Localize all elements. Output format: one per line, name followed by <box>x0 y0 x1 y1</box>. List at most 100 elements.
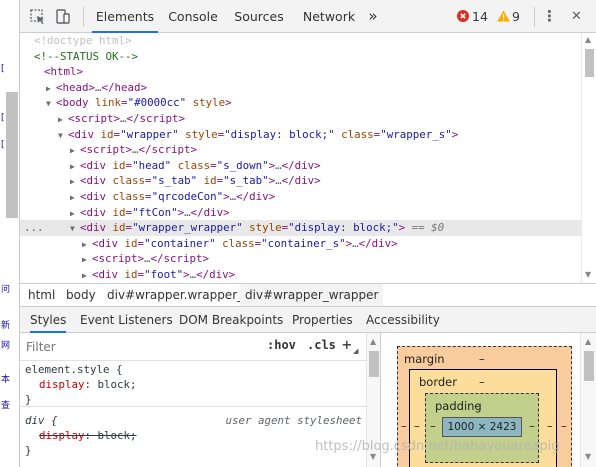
expand-toggle-icon[interactable]: ▶ <box>70 159 80 175</box>
tab-network[interactable]: Network <box>298 0 360 33</box>
warning-icon[interactable] <box>497 10 510 22</box>
sidebar-tabs: Styles Event Listeners DOM Breakpoints P… <box>20 307 596 333</box>
error-icon[interactable] <box>457 10 469 22</box>
tab-accessibility[interactable]: Accessibility <box>366 307 440 333</box>
dom-node-row[interactable]: ... ▼ <div id="wrapper_wrapper" style="dis… <box>20 220 581 237</box>
dom-node-row[interactable]: ▶ <div class="s_tab" id="s_tab">…</div> <box>20 173 581 189</box>
class-toggle-button[interactable]: .cls <box>307 338 336 352</box>
breadcrumb: html body div#wrapper.wrapper_s div#wrap… <box>20 283 596 307</box>
css-property-value[interactable]: block; <box>98 378 137 391</box>
box-model-scrollbar[interactable]: ▲ ▼ <box>580 333 596 467</box>
expand-toggle-icon[interactable]: ▶ <box>82 252 92 268</box>
devtools-panel: Elements Console Sources Network » 14 9 … <box>20 0 596 467</box>
tab-styles[interactable]: Styles <box>30 307 67 333</box>
caret-icon: ◢ <box>353 347 359 355</box>
rule-selector[interactable]: element.style { <box>25 362 366 377</box>
dom-node-row[interactable]: ▶ <script>…</script> <box>20 111 581 127</box>
new-style-rule-button[interactable]: + <box>342 335 352 354</box>
box-model-content[interactable]: 1000 × 2423 <box>442 417 522 437</box>
dom-node-row[interactable]: <!doctype html> <box>20 33 581 49</box>
device-toolbar-icon[interactable] <box>54 8 72 26</box>
dom-node-row[interactable]: ▶ <script>…</script> <box>20 251 581 267</box>
margin-right-value[interactable]: – <box>561 419 567 433</box>
border-right-value[interactable]: – <box>547 419 553 433</box>
padding-value[interactable]: – <box>474 399 480 413</box>
expand-toggle-icon[interactable] <box>34 65 44 81</box>
scrollbar-thumb[interactable] <box>584 351 594 381</box>
scrollbar-thumb[interactable] <box>585 49 594 77</box>
padding-left-value[interactable]: – <box>430 419 436 433</box>
css-property-name[interactable]: display <box>39 378 85 391</box>
scrollbar-thumb[interactable] <box>369 351 379 377</box>
inspect-element-icon[interactable] <box>29 8 47 26</box>
devtools-toolbar: Elements Console Sources Network » 14 9 … <box>20 0 596 33</box>
expand-toggle-icon[interactable]: ▼ <box>46 96 56 112</box>
more-tabs-button[interactable]: » <box>365 0 381 33</box>
scroll-down-icon[interactable]: ▼ <box>585 270 591 279</box>
breadcrumb-item-selected[interactable]: div#wrapper_wrapper <box>240 284 384 306</box>
dom-node-row[interactable]: ▶ <script>…</script> <box>20 142 581 158</box>
tab-sources[interactable]: Sources <box>231 0 287 33</box>
elements-tree-scrollbar[interactable]: ▲ ▼ <box>581 33 596 283</box>
tab-console[interactable]: Console <box>165 0 221 33</box>
scroll-down-icon[interactable]: ▼ <box>585 452 591 461</box>
expand-toggle-icon[interactable]: ▶ <box>82 268 92 283</box>
breadcrumb-item[interactable]: div#wrapper.wrapper_s <box>107 284 249 306</box>
breadcrumb-item[interactable]: body <box>66 284 96 306</box>
breadcrumb-item[interactable]: html <box>28 284 55 306</box>
margin-label: margin <box>404 352 445 366</box>
border-left-value[interactable]: – <box>414 419 420 433</box>
tab-event-listeners[interactable]: Event Listeners <box>80 307 173 333</box>
dom-node-row[interactable]: ▶ <div class="qrcodeCon">…</div> <box>20 189 581 205</box>
tab-properties[interactable]: Properties <box>292 307 353 333</box>
styles-filter-bar: :hov .cls + ◢ <box>20 333 366 361</box>
warning-count[interactable]: 9 <box>512 0 520 33</box>
dom-node-row[interactable]: ▶ <head>…</head> <box>20 80 581 96</box>
elements-tree: <!doctype html> <!--STATUS OK--> <html> ▶ <… <box>20 33 581 283</box>
dom-node-row[interactable]: ▶ <div id="foot">…</div> <box>20 267 581 283</box>
watermark: https://blog.csdn.net/hahayouareapig <box>315 439 560 454</box>
css-property-name: display <box>39 429 85 442</box>
page-text-fragment: 问 <box>1 285 11 295</box>
padding-right-value[interactable]: – <box>529 419 535 433</box>
expand-toggle-icon[interactable]: ▼ <box>70 221 80 237</box>
scroll-up-icon[interactable]: ▲ <box>585 35 591 44</box>
page-text-fragment: 本 <box>1 375 11 385</box>
border-value[interactable]: – <box>479 375 485 389</box>
dom-node-row[interactable]: ▼ <div id="wrapper" style="display: block… <box>20 127 581 143</box>
page-text-fragment: 查 <box>1 401 11 411</box>
expand-toggle-icon[interactable]: ▶ <box>70 206 80 222</box>
dom-node-row[interactable]: ▶ <div id="container" class="container_s"… <box>20 236 581 252</box>
expand-toggle-icon[interactable]: ▶ <box>70 174 80 190</box>
dom-node-row[interactable]: <html> <box>20 64 581 80</box>
expand-toggle-icon[interactable]: ▶ <box>82 237 92 253</box>
expand-toggle-icon[interactable]: ▶ <box>46 81 56 97</box>
expand-toggle-icon[interactable]: ▶ <box>70 143 80 159</box>
margin-value[interactable]: – <box>479 352 485 366</box>
error-count[interactable]: 14 <box>472 0 488 33</box>
tab-dom-breakpoints[interactable]: DOM Breakpoints <box>179 307 283 333</box>
toolbar-divider <box>534 7 535 27</box>
expand-toggle-icon[interactable]: ▶ <box>58 112 68 128</box>
close-devtools-icon[interactable]: ✕ <box>571 0 582 33</box>
toolbar-divider <box>83 7 84 27</box>
dom-node-row[interactable]: ▶ <div id="ftCon">…</div> <box>20 205 581 221</box>
scroll-up-icon[interactable]: ▲ <box>585 337 591 346</box>
dom-node-row[interactable]: ▶ <div id="head" class="s_down">…</div> <box>20 158 581 174</box>
node-actions-dots[interactable]: ... <box>24 220 44 236</box>
scroll-up-icon[interactable]: ▲ <box>370 337 376 346</box>
element-style-rule: element.style { display: block; } <box>20 362 366 407</box>
dom-node-row[interactable]: <!--STATUS OK--> <box>20 49 581 65</box>
hover-state-button[interactable]: :hov <box>267 338 296 352</box>
customize-menu-icon[interactable]: ⋮ <box>542 0 557 33</box>
expand-toggle-icon[interactable]: ▼ <box>58 128 68 144</box>
dom-node-row[interactable]: ▼ <body link="#0000cc" style> <box>20 95 581 111</box>
styles-filter-input[interactable] <box>26 338 256 356</box>
expand-toggle-icon[interactable]: ▶ <box>70 190 80 206</box>
page-scrollbar[interactable] <box>6 92 18 218</box>
margin-left-value[interactable]: – <box>401 419 407 433</box>
user-agent-rule: div { user agent stylesheet display: blo… <box>20 413 366 463</box>
border-label: border <box>419 375 457 389</box>
rule-close: } <box>25 393 32 406</box>
tab-elements[interactable]: Elements <box>92 0 158 33</box>
